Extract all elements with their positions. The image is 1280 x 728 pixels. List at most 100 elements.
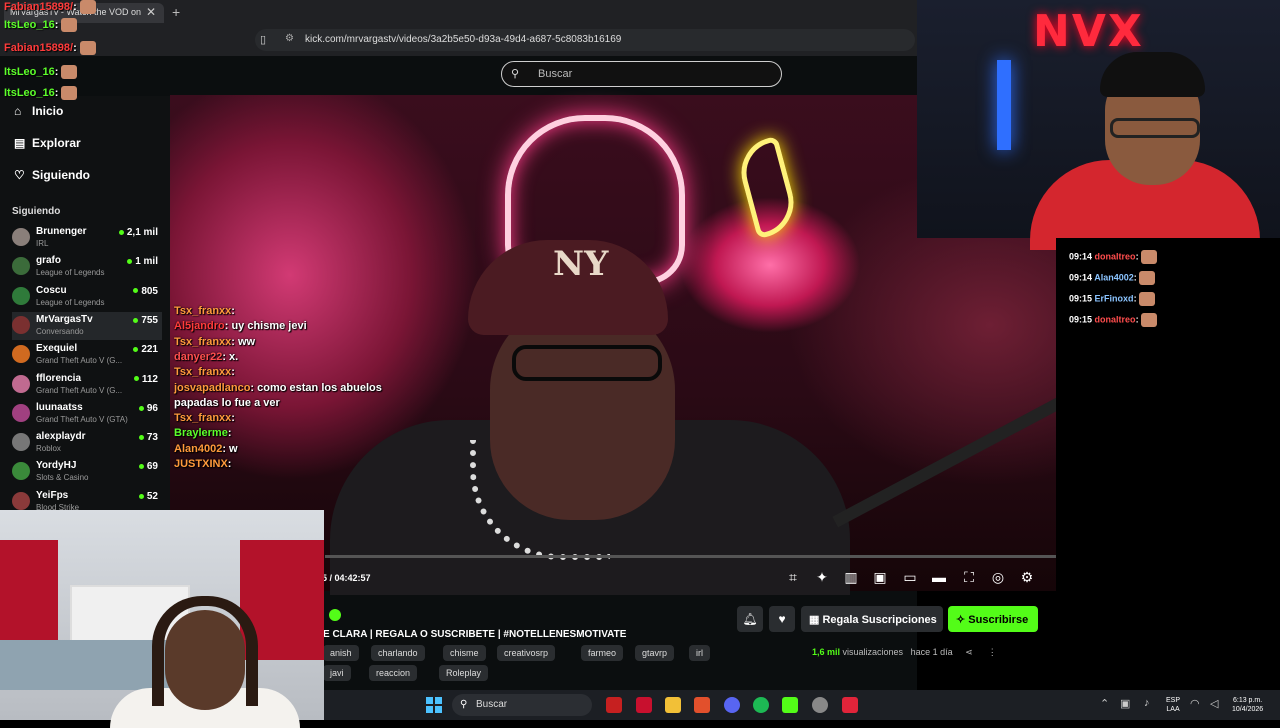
sidebar-channel-alexplaydr[interactable]: alexplaydr Roblox 73 bbox=[12, 429, 162, 457]
tag-reaccion[interactable]: reaccion bbox=[369, 665, 418, 681]
bookmark-icon[interactable]: ▯ bbox=[260, 33, 266, 46]
chat-message: Braylerme: bbox=[174, 427, 232, 439]
chat-username: josvapadlanco bbox=[174, 381, 251, 394]
theater-icon[interactable]: ▭ bbox=[901, 569, 919, 586]
tag-creativosrp[interactable]: creativosrp bbox=[497, 645, 556, 661]
notification-bell-button[interactable]: 🔔︎ bbox=[737, 606, 763, 632]
speed-icon[interactable]: ◎ bbox=[989, 569, 1007, 586]
subscribe-button[interactable]: ✧ Suscribirse bbox=[948, 606, 1038, 632]
emote-icon bbox=[1141, 250, 1158, 264]
brave-icon[interactable] bbox=[694, 697, 710, 713]
more-options-icon[interactable]: ⋮ bbox=[988, 647, 997, 657]
gift-label: Regala Suscripciones bbox=[822, 614, 937, 626]
cinema-icon[interactable]: ▬ bbox=[930, 569, 948, 585]
avatar bbox=[12, 491, 30, 510]
viewer-count: 1 mil bbox=[127, 256, 158, 267]
bell-icon: 🔔︎ bbox=[742, 612, 758, 626]
tag-irl[interactable]: irl bbox=[689, 645, 710, 661]
chat-username: donaltreo bbox=[1094, 314, 1136, 325]
tag-javi[interactable]: javi bbox=[323, 665, 351, 681]
address-bar[interactable]: kick.com/mrvargastv/videos/3a2b5e50-d93a… bbox=[255, 29, 915, 51]
tag-charlando[interactable]: charlando bbox=[371, 645, 425, 661]
stats-icon[interactable]: ▥ bbox=[842, 569, 860, 586]
channel-category: Grand Theft Auto V (G... bbox=[36, 356, 123, 366]
viewer-count: 69 bbox=[139, 461, 158, 472]
heart-fill-icon: ♥ bbox=[778, 612, 786, 626]
emote-icon bbox=[61, 86, 78, 100]
tray-app-icon[interactable]: ▣ bbox=[1120, 697, 1130, 710]
sidebar-channel-brunenger[interactable]: Brunenger IRL 2,1 mil bbox=[12, 224, 162, 252]
sidebar-channel-grafo[interactable]: grafo League of Legends 1 mil bbox=[12, 253, 162, 281]
sparkle-icon[interactable]: ✦ bbox=[813, 569, 831, 586]
chat-username: danyer22 bbox=[174, 350, 223, 363]
discord-icon[interactable] bbox=[724, 697, 740, 713]
channel-name: Coscu bbox=[36, 284, 67, 296]
fullscreen-icon[interactable]: ⛶ bbox=[960, 569, 978, 586]
chat-text: : bbox=[231, 366, 235, 379]
chat-username: ItsLeo_16 bbox=[4, 86, 55, 99]
settings-gear-icon[interactable]: ⚙ bbox=[1018, 569, 1036, 586]
chat-username: JUSTXINX bbox=[174, 458, 228, 470]
channel-category: Slots & Casino bbox=[36, 473, 89, 483]
new-tab-icon[interactable]: + bbox=[172, 4, 180, 20]
chat-username: Tsx_franxx bbox=[174, 412, 232, 425]
youtube-icon[interactable] bbox=[606, 697, 622, 713]
tray-chevron-icon[interactable]: ⌃ bbox=[1100, 697, 1109, 710]
chat-text: : bbox=[227, 458, 232, 470]
acrobat-icon[interactable] bbox=[636, 697, 652, 713]
nav-home[interactable]: ⌂ Inicio bbox=[14, 104, 63, 118]
recorder-icon[interactable] bbox=[842, 697, 858, 713]
clip-icon[interactable]: ⌗ bbox=[784, 569, 802, 586]
video-progress-bar[interactable] bbox=[325, 555, 1056, 558]
chat-username: Alan4002 bbox=[174, 442, 223, 455]
sidebar-channel-coscu[interactable]: Coscu League of Legends 805 bbox=[12, 283, 162, 311]
nav-explore[interactable]: ▤ Explorar bbox=[14, 136, 81, 150]
chat-username: Fabian15898/ bbox=[4, 41, 74, 54]
wifi-icon[interactable]: ◠ bbox=[1190, 697, 1200, 710]
volume-icon[interactable]: ◁ bbox=[1210, 697, 1218, 710]
sidebar-channel-fflorencia[interactable]: fflorencia Grand Theft Auto V (G... 112 bbox=[12, 371, 162, 399]
avatar bbox=[12, 374, 30, 393]
chat-text: : bbox=[227, 427, 232, 440]
emote-icon bbox=[79, 41, 96, 55]
windows-start-icon[interactable] bbox=[426, 697, 442, 713]
chat-username: ItsLeo_16 bbox=[4, 18, 55, 31]
streamer-glasses bbox=[512, 345, 662, 381]
share-icon[interactable]: ⋖ bbox=[965, 647, 973, 657]
channel-category: Roblox bbox=[36, 444, 61, 454]
search-icon: ⚲ bbox=[511, 68, 520, 80]
chat-text: : bbox=[231, 412, 235, 425]
nav-following[interactable]: ♡ Siguiendo bbox=[14, 168, 90, 182]
chat-message: Tsx_franxx: ww bbox=[174, 336, 255, 348]
file-explorer-icon[interactable] bbox=[665, 697, 681, 713]
tag-farmeo[interactable]: farmeo bbox=[581, 645, 624, 661]
sidebar-channel-luunaatss[interactable]: luunaatss Grand Theft Auto V (GTA) 96 bbox=[12, 400, 162, 428]
pip-icon[interactable]: ▣ bbox=[871, 569, 889, 586]
kick-app-icon[interactable] bbox=[782, 697, 798, 713]
sidebar-channel-mrvargastv[interactable]: MrVargasTv Conversando 755 bbox=[12, 311, 162, 340]
spotify-icon[interactable] bbox=[753, 697, 769, 713]
clock[interactable]: 6:13 p.m. 10/4/2026 bbox=[1232, 696, 1263, 714]
sidebar-channel-exequiel[interactable]: Exequiel Grand Theft Auto V (G... 221 bbox=[12, 341, 162, 369]
tag-roleplay[interactable]: Roleplay bbox=[439, 665, 489, 681]
obs-icon[interactable] bbox=[812, 697, 828, 713]
viewer-count: 2,1 mil bbox=[119, 227, 158, 238]
taskbar-search[interactable]: Buscar bbox=[452, 694, 592, 716]
search-input[interactable]: Buscar bbox=[501, 61, 782, 87]
emote-icon bbox=[79, 0, 96, 14]
language-indicator[interactable]: ESP LAA bbox=[1166, 696, 1180, 714]
chat-separator: : bbox=[54, 18, 59, 31]
mic-icon[interactable]: ♪ bbox=[1144, 697, 1150, 709]
viewer-count: 73 bbox=[139, 432, 158, 443]
tag-gtavrp[interactable]: gtavrp bbox=[635, 645, 675, 661]
tag-anish[interactable]: anish bbox=[323, 645, 359, 661]
site-settings-icon[interactable]: ⚙ bbox=[285, 33, 294, 44]
gift-subs-button[interactable]: ▦ Regala Suscripciones bbox=[801, 606, 943, 632]
blue-light-decoration bbox=[997, 60, 1011, 150]
avatar bbox=[12, 315, 30, 334]
channel-name: YeiFps bbox=[36, 489, 69, 501]
sidebar-channel-yordyhj[interactable]: YordyHJ Slots & Casino 69 bbox=[12, 458, 162, 486]
follow-heart-button[interactable]: ♥ bbox=[769, 606, 795, 632]
close-tab-icon[interactable]: ✕ bbox=[146, 5, 156, 19]
tag-chisme[interactable]: chisme bbox=[443, 645, 486, 661]
